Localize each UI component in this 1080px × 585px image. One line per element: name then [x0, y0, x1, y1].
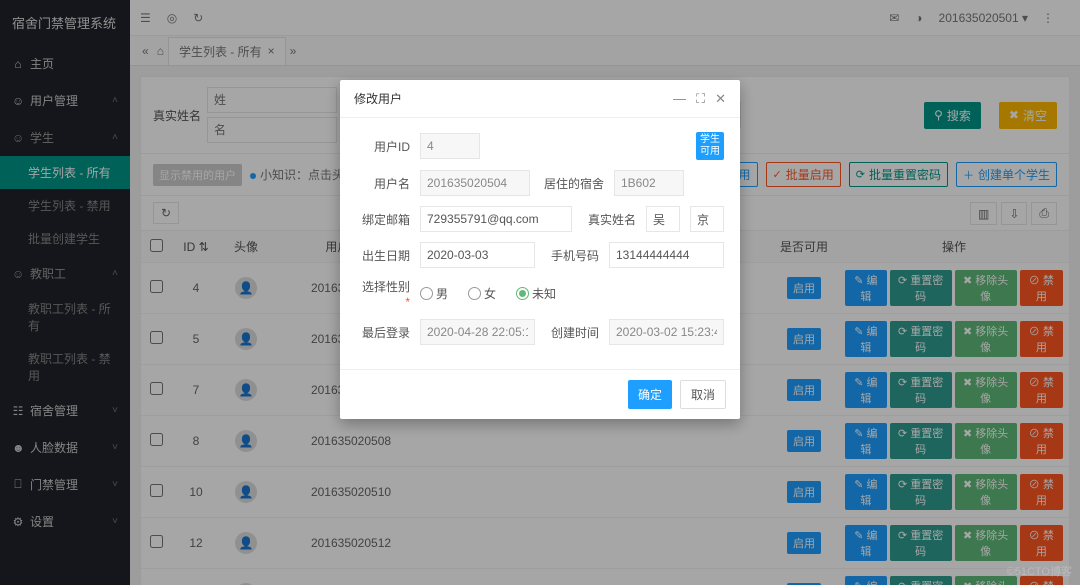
- radio-female[interactable]: 女: [468, 285, 496, 302]
- modal-close-icon[interactable]: ✕: [715, 91, 726, 107]
- status-badge: 学生 可用: [696, 132, 724, 160]
- app-root: 宿舍门禁管理系统 ⌂主页 ☺用户管理˄ ☺学生˄ 学生列表 - 所有 学生列表 …: [0, 0, 1080, 585]
- radio-unknown[interactable]: 未知: [516, 285, 556, 302]
- modal-given[interactable]: [690, 206, 724, 232]
- modal-phone[interactable]: [609, 242, 724, 268]
- edit-user-modal: 修改用户 — ⛶ ✕ 用户ID 学生 可用 用户名 居住的宿舍: [340, 80, 740, 419]
- modal-birth[interactable]: [420, 242, 535, 268]
- modal-overlay: 修改用户 — ⛶ ✕ 用户ID 学生 可用 用户名 居住的宿舍: [0, 0, 1080, 585]
- modal-lastlogin: [420, 319, 535, 345]
- modal-username: [420, 170, 530, 196]
- modal-created: [609, 319, 724, 345]
- modal-ok-button[interactable]: 确定: [628, 380, 672, 409]
- modal-email[interactable]: [420, 206, 572, 232]
- modal-max-icon[interactable]: ⛶: [696, 91, 705, 107]
- modal-cancel-button[interactable]: 取消: [680, 380, 726, 409]
- radio-male[interactable]: 男: [420, 285, 448, 302]
- modal-userid: [420, 133, 480, 159]
- modal-title: 修改用户: [354, 90, 663, 107]
- modal-surname[interactable]: [646, 206, 680, 232]
- modal-min-icon[interactable]: —: [673, 91, 686, 106]
- watermark: ©51CTO博客: [1007, 563, 1072, 579]
- modal-dorm: [614, 170, 684, 196]
